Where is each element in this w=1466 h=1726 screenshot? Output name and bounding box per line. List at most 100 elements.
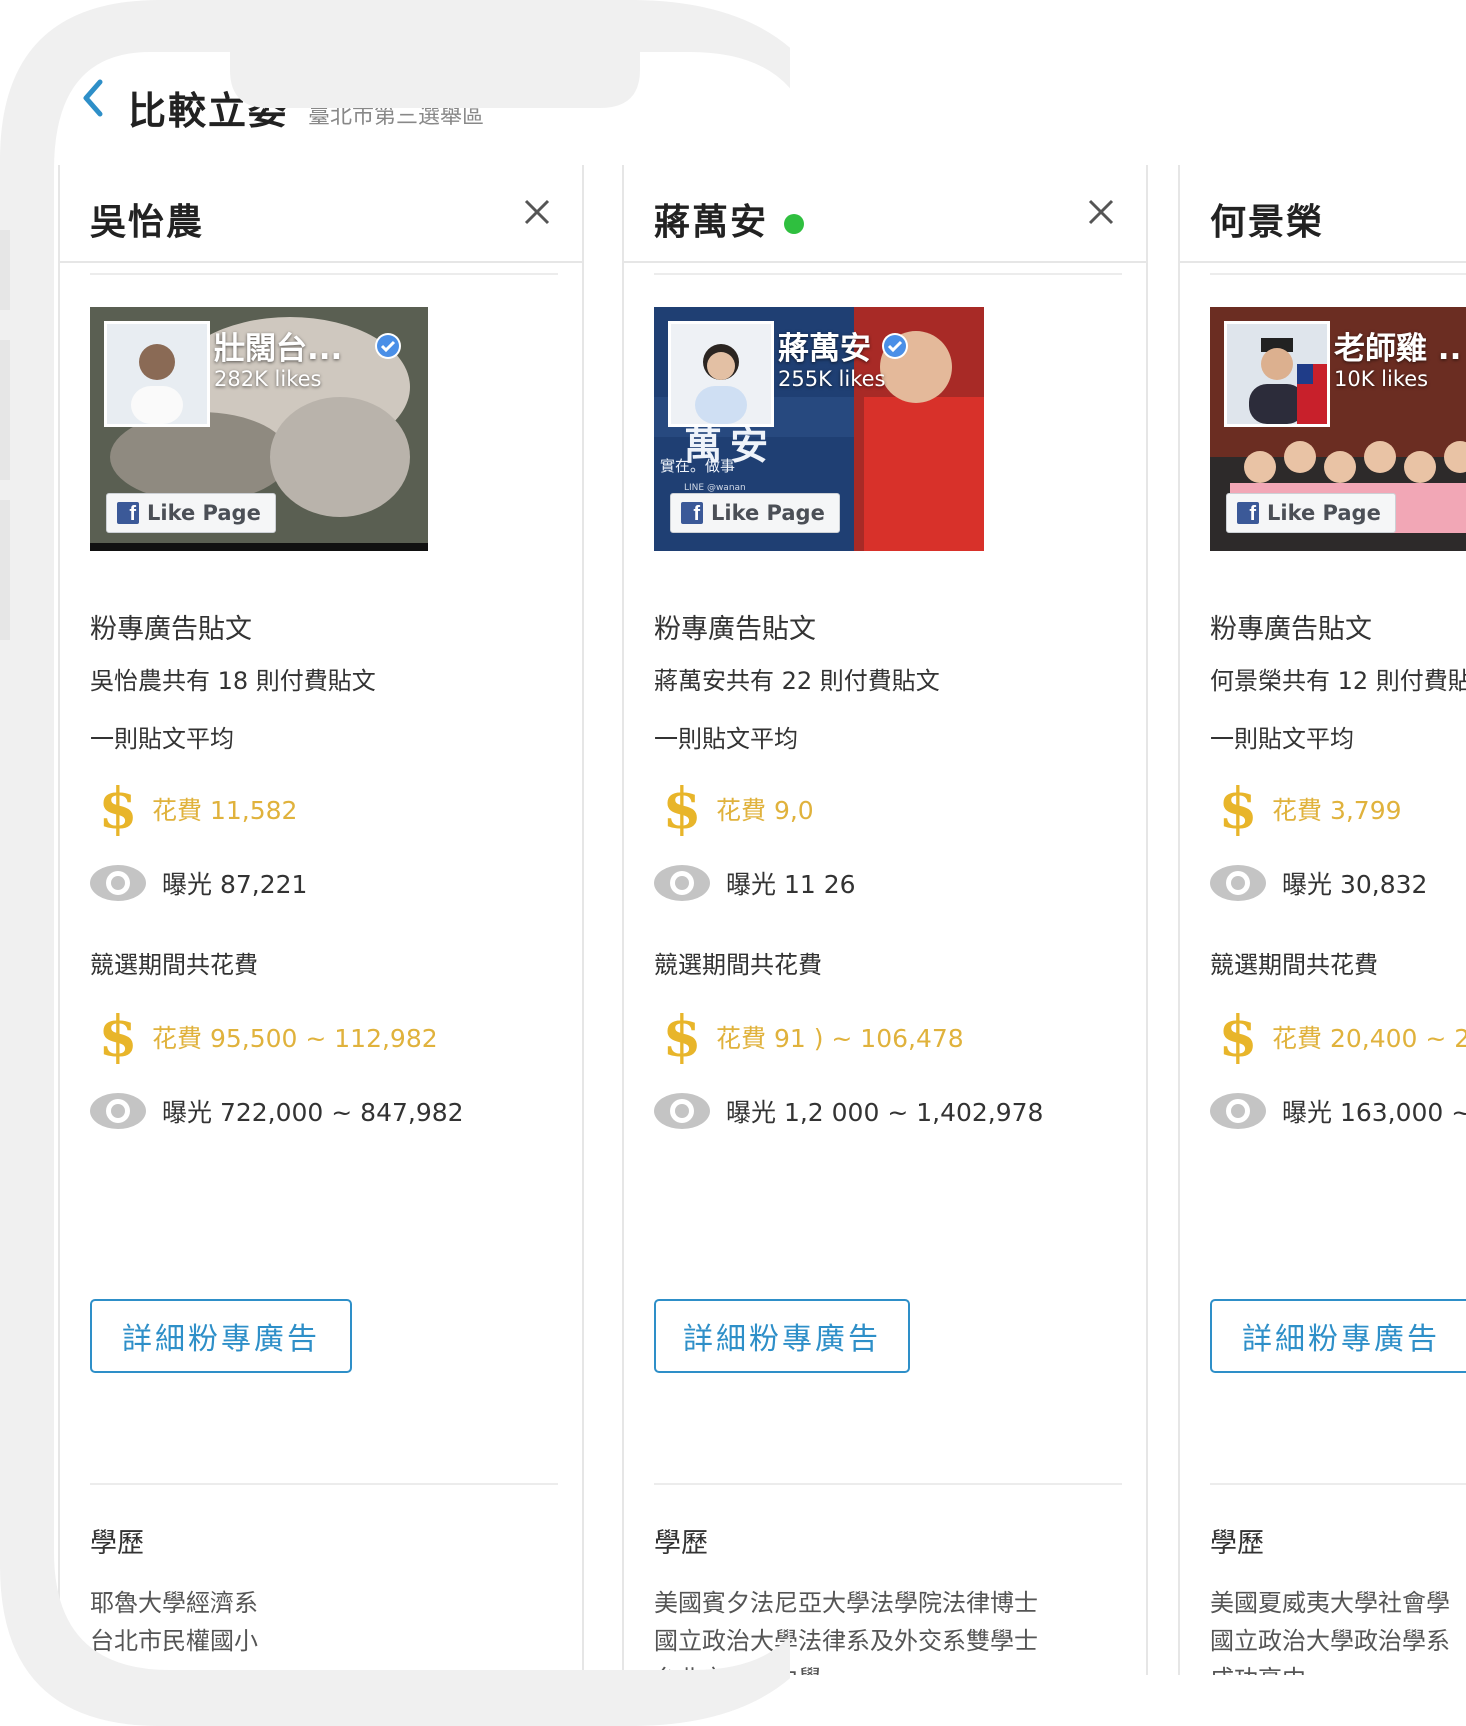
dollar-icon: $ [98,1004,138,1070]
candidate-name: 蔣萬安 [654,202,769,243]
total-views-row: 曝光 722,000 ~ 847,982 [90,1081,464,1141]
total-views: 曝光 722,000 ~ 847,982 [162,1098,464,1127]
avg-label: 一則貼文平均 [654,725,798,753]
facebook-page-widget[interactable]: 萬安 實在。做事 LINE @wanan 蔣萬安 255K likes f Li… [654,307,984,551]
candidate-name: 吳怡農 [90,202,205,243]
detail-ads-button[interactable]: 詳細粉專廣告 [90,1299,352,1373]
facebook-icon: f [117,502,139,525]
avg-cost: 花費 11,582 [152,796,298,825]
education-title: 學歷 [654,1528,708,1559]
close-icon[interactable] [1084,195,1118,229]
avg-label: 一則貼文平均 [90,725,234,753]
divider [1210,273,1466,275]
candidate-name: 何景榮 [1210,202,1325,243]
facebook-icon: f [1237,502,1259,525]
education-item: 美國夏威夷大學社會學 [1210,1589,1450,1617]
total-views: 曝光 163,000 ~ [1282,1098,1466,1127]
page-title: 比較立委 [128,89,289,133]
paid-posts-count: 何景榮共有 12 則付費貼文 [1210,667,1466,695]
eye-icon [1210,1093,1266,1129]
total-cost-row: $ 花費 20,400 ~ 2 [1218,1007,1466,1067]
fb-page-name: 壯闊台... [214,331,343,367]
ads-section-title: 粉專廣告貼文 [1210,614,1372,645]
fb-likes-count: 255K likes [778,367,886,391]
close-icon[interactable] [520,195,554,229]
avg-views-row: 曝光 87,221 [90,853,308,913]
verified-icon [375,333,401,359]
total-label: 競選期間共花費 [90,951,258,979]
divider [654,1483,1122,1485]
ads-section-title: 粉專廣告貼文 [90,614,252,645]
total-label: 競選期間共花費 [654,951,822,979]
candidate-card: 何景榮 老師雞 .. 10K likes f Like Page 粉專廣告貼文 … [1178,165,1466,1675]
divider [90,1483,558,1485]
back-arrow-icon[interactable] [82,78,104,118]
like-page-button[interactable]: f Like Page [1226,493,1396,533]
eye-icon [90,1093,146,1129]
total-cost: 花費 20,400 ~ 2 [1272,1024,1466,1053]
card-header: 何景榮 [1180,165,1466,263]
detail-ads-button[interactable]: 詳細粉專廣告 [1210,1299,1466,1373]
dollar-icon: $ [1218,776,1258,842]
card-header: 吳怡農 [60,165,582,263]
dollar-icon: $ [1218,1004,1258,1070]
avg-cost: 花費 9,0 [716,796,814,825]
profile-photo [104,321,210,427]
avg-views-row: 曝光 11 26 [654,853,856,913]
education-title: 學歷 [1210,1528,1264,1559]
like-page-label: Like Page [1267,501,1381,525]
avg-label: 一則貼文平均 [1210,725,1354,753]
education-item: 台北市民權國小 [90,1627,258,1655]
total-cost: 花費 91 ) ~ 106,478 [716,1024,964,1053]
banner-subtext: 實在。做事 [660,457,736,475]
fb-page-name: 蔣萬安 [778,331,871,367]
eye-icon [654,865,710,901]
fb-likes-count: 282K likes [214,367,322,391]
avg-cost-row: $ 花費 11,582 [98,776,298,842]
education-item: 國立政治大學政治學系 [1210,1627,1450,1655]
avg-cost-row: $ 花費 3,799 [1218,779,1402,839]
card-header: 蔣萬安 [624,165,1146,263]
top-bar: 比較立委 臺北市第三選舉區 [0,0,1466,165]
education-item: 美國賓夕法尼亞大學法學院法律博士 [654,1589,1038,1617]
paid-posts-count: 蔣萬安共有 22 則付費貼文 [654,667,940,695]
total-views: 曝光 1,2 000 ~ 1,402,978 [726,1098,1044,1127]
total-label: 競選期間共花費 [1210,951,1378,979]
avg-views-row: 曝光 30,832 [1210,853,1428,913]
verified-icon [882,333,908,359]
facebook-page-widget[interactable]: 壯闊台... 282K likes f Like Page [90,307,428,551]
profile-photo [668,321,774,427]
facebook-icon: f [681,502,703,525]
like-page-button[interactable]: f Like Page [670,493,840,533]
facebook-page-widget[interactable]: 老師雞 .. 10K likes f Like Page [1210,307,1466,551]
avg-views: 曝光 87,221 [162,870,308,899]
like-page-label: Like Page [147,501,261,525]
detail-ads-button[interactable]: 詳細粉專廣告 [654,1299,910,1373]
online-status-dot [784,214,805,234]
dollar-icon: $ [662,1004,702,1070]
divider [90,273,558,275]
dollar-icon: $ [98,776,138,842]
fb-likes-count: 10K likes [1334,367,1429,391]
eye-icon [90,865,146,901]
like-page-label: Like Page [711,501,825,525]
education-item: 台北市建國中學 [654,1659,822,1675]
avg-cost-row: $ 花費 9,0 [662,779,814,839]
education-item: 成功高中 [1210,1659,1306,1675]
divider [1210,1483,1466,1485]
total-views-row: 曝光 1,2 000 ~ 1,402,978 [654,1081,1044,1141]
fb-page-name: 老師雞 .. [1334,331,1462,367]
banner-line-id: LINE @wanan [684,483,746,493]
profile-photo [1224,321,1330,427]
ads-section-title: 粉專廣告貼文 [654,614,816,645]
dollar-icon: $ [662,776,702,842]
avg-views: 曝光 11 26 [726,870,856,899]
like-page-button[interactable]: f Like Page [106,493,276,533]
avg-views: 曝光 30,832 [1282,870,1428,899]
avg-cost: 花費 3,799 [1272,796,1402,825]
education-item: 國立政治大學法律系及外交系雙學士 [654,1627,1038,1655]
education-title: 學歷 [90,1528,144,1559]
candidate-card: 吳怡農 壯闊台... 282K likes f Like Page 粉專廣告貼文… [58,165,584,1675]
eye-icon [654,1093,710,1129]
candidate-card: 蔣萬安 萬安 實在。做事 LINE @wanan 蔣萬安 255K likes … [622,165,1148,1675]
